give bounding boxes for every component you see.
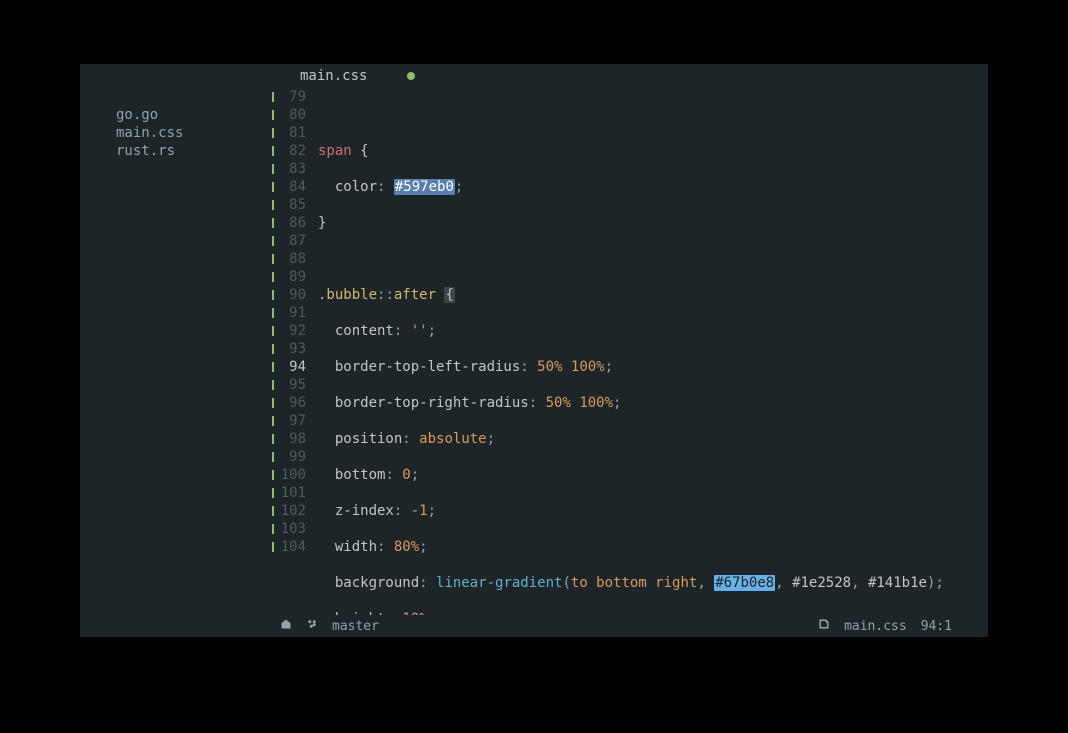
token-punc: :	[402, 431, 419, 447]
token-prop: border-top-left-radius	[335, 359, 520, 375]
code-line[interactable]	[318, 106, 988, 124]
token-color: #67b0e8	[714, 575, 775, 591]
token-brace: {	[352, 143, 369, 159]
token-punc: :	[385, 467, 402, 483]
token-punc: ;	[613, 395, 621, 411]
token-punc: ;	[428, 503, 436, 519]
token-value: absolute	[419, 431, 486, 447]
token-punc: ;	[411, 467, 419, 483]
home-icon[interactable]	[280, 618, 292, 634]
token-punc: :	[529, 395, 546, 411]
code-content[interactable]: span { color: #597eb0; } .bubble::after …	[310, 88, 988, 615]
token-pseudo: after	[394, 287, 436, 303]
branch-icon[interactable]	[306, 618, 318, 634]
file-tree: go.go main.css rust.rs	[80, 64, 270, 637]
code-line[interactable]: bottom: 0;	[318, 466, 988, 484]
cursor-position: 94:1	[921, 619, 952, 634]
code-line[interactable]: span {	[318, 142, 988, 160]
file-tree-item[interactable]: go.go	[116, 106, 270, 124]
token-punc: ;	[605, 359, 613, 375]
token-punc: ::	[377, 287, 394, 303]
token-punc: ;	[487, 431, 495, 447]
tab-bar: main.css	[270, 64, 988, 88]
status-filename: main.css	[844, 619, 907, 634]
code-line[interactable]: content: '';	[318, 322, 988, 340]
token-punc: ;	[455, 179, 463, 195]
token-value: 50%	[537, 359, 562, 375]
token-prop: position	[335, 431, 402, 447]
token-value: 100%	[579, 395, 613, 411]
code-line[interactable]: background: linear-gradient(to bottom ri…	[318, 574, 988, 592]
token-value: 0	[402, 467, 410, 483]
token-value: -1	[411, 503, 428, 519]
token-punc: ;	[419, 539, 427, 555]
code-line[interactable]: width: 80%;	[318, 538, 988, 556]
code-line[interactable]: position: absolute;	[318, 430, 988, 448]
file-tree-item[interactable]: main.css	[116, 124, 270, 142]
code-line[interactable]: border-top-left-radius: 50% 100%;	[318, 358, 988, 376]
branch-name[interactable]: master	[332, 619, 379, 634]
token-punc: :	[394, 323, 411, 339]
code-line[interactable]: color: #597eb0;	[318, 178, 988, 196]
token-prop: width	[335, 539, 377, 555]
line-numbers: 7980818283848586878889909192939495969798…	[276, 88, 310, 615]
code-line[interactable]: border-top-right-radius: 50% 100%;	[318, 394, 988, 412]
token-punc: ,	[697, 575, 714, 591]
editor-column: main.css 7980818283848586878889909192939…	[270, 64, 988, 637]
token-value: 80%	[394, 539, 419, 555]
token-color: #1e2528	[792, 575, 851, 591]
code-line[interactable]: }	[318, 214, 988, 232]
status-bar: master main.css 94:1	[270, 615, 988, 637]
tab-active[interactable]: main.css	[300, 68, 367, 84]
token-selector: span	[318, 143, 352, 159]
token-value: 50%	[546, 395, 571, 411]
token-value: ''	[411, 323, 428, 339]
file-tree-item[interactable]: rust.rs	[116, 142, 270, 160]
editor-body: go.go main.css rust.rs main.css 79808182…	[80, 64, 988, 637]
filetype-icon	[818, 618, 830, 634]
token-prop: content	[335, 323, 394, 339]
code-line[interactable]	[318, 250, 988, 268]
token-punc: :	[377, 179, 394, 195]
token-punc: :	[419, 575, 436, 591]
code-line[interactable]: .bubble::after {	[318, 286, 988, 304]
code-area[interactable]: 7980818283848586878889909192939495969798…	[270, 88, 988, 615]
token-selector: .bubble	[318, 287, 377, 303]
token-color: #141b1e	[868, 575, 927, 591]
token-brace: }	[318, 215, 326, 231]
token-punc: ;	[428, 323, 436, 339]
token-punc: ,	[851, 575, 868, 591]
editor-window: go.go main.css rust.rs main.css 79808182…	[80, 64, 988, 637]
token-prop: z-index	[335, 503, 394, 519]
token-function: linear-gradient	[436, 575, 562, 591]
token-punc: ,	[775, 575, 792, 591]
token-value: 100%	[571, 359, 605, 375]
token-value: to bottom right	[571, 575, 697, 591]
modified-dot-icon	[407, 72, 415, 80]
token-brace-match: {	[444, 287, 454, 303]
token-space	[562, 359, 570, 375]
token-prop: color	[335, 179, 377, 195]
token-punc: ;	[935, 575, 943, 591]
token-punc: :	[377, 539, 394, 555]
token-punc: :	[520, 359, 537, 375]
token-prop: background	[335, 575, 419, 591]
code-line[interactable]: z-index: -1;	[318, 502, 988, 520]
token-punc: (	[562, 575, 570, 591]
token-prop: border-top-right-radius	[335, 395, 529, 411]
token-prop: bottom	[335, 467, 386, 483]
token-punc: :	[394, 503, 411, 519]
token-color: #597eb0	[394, 179, 455, 195]
